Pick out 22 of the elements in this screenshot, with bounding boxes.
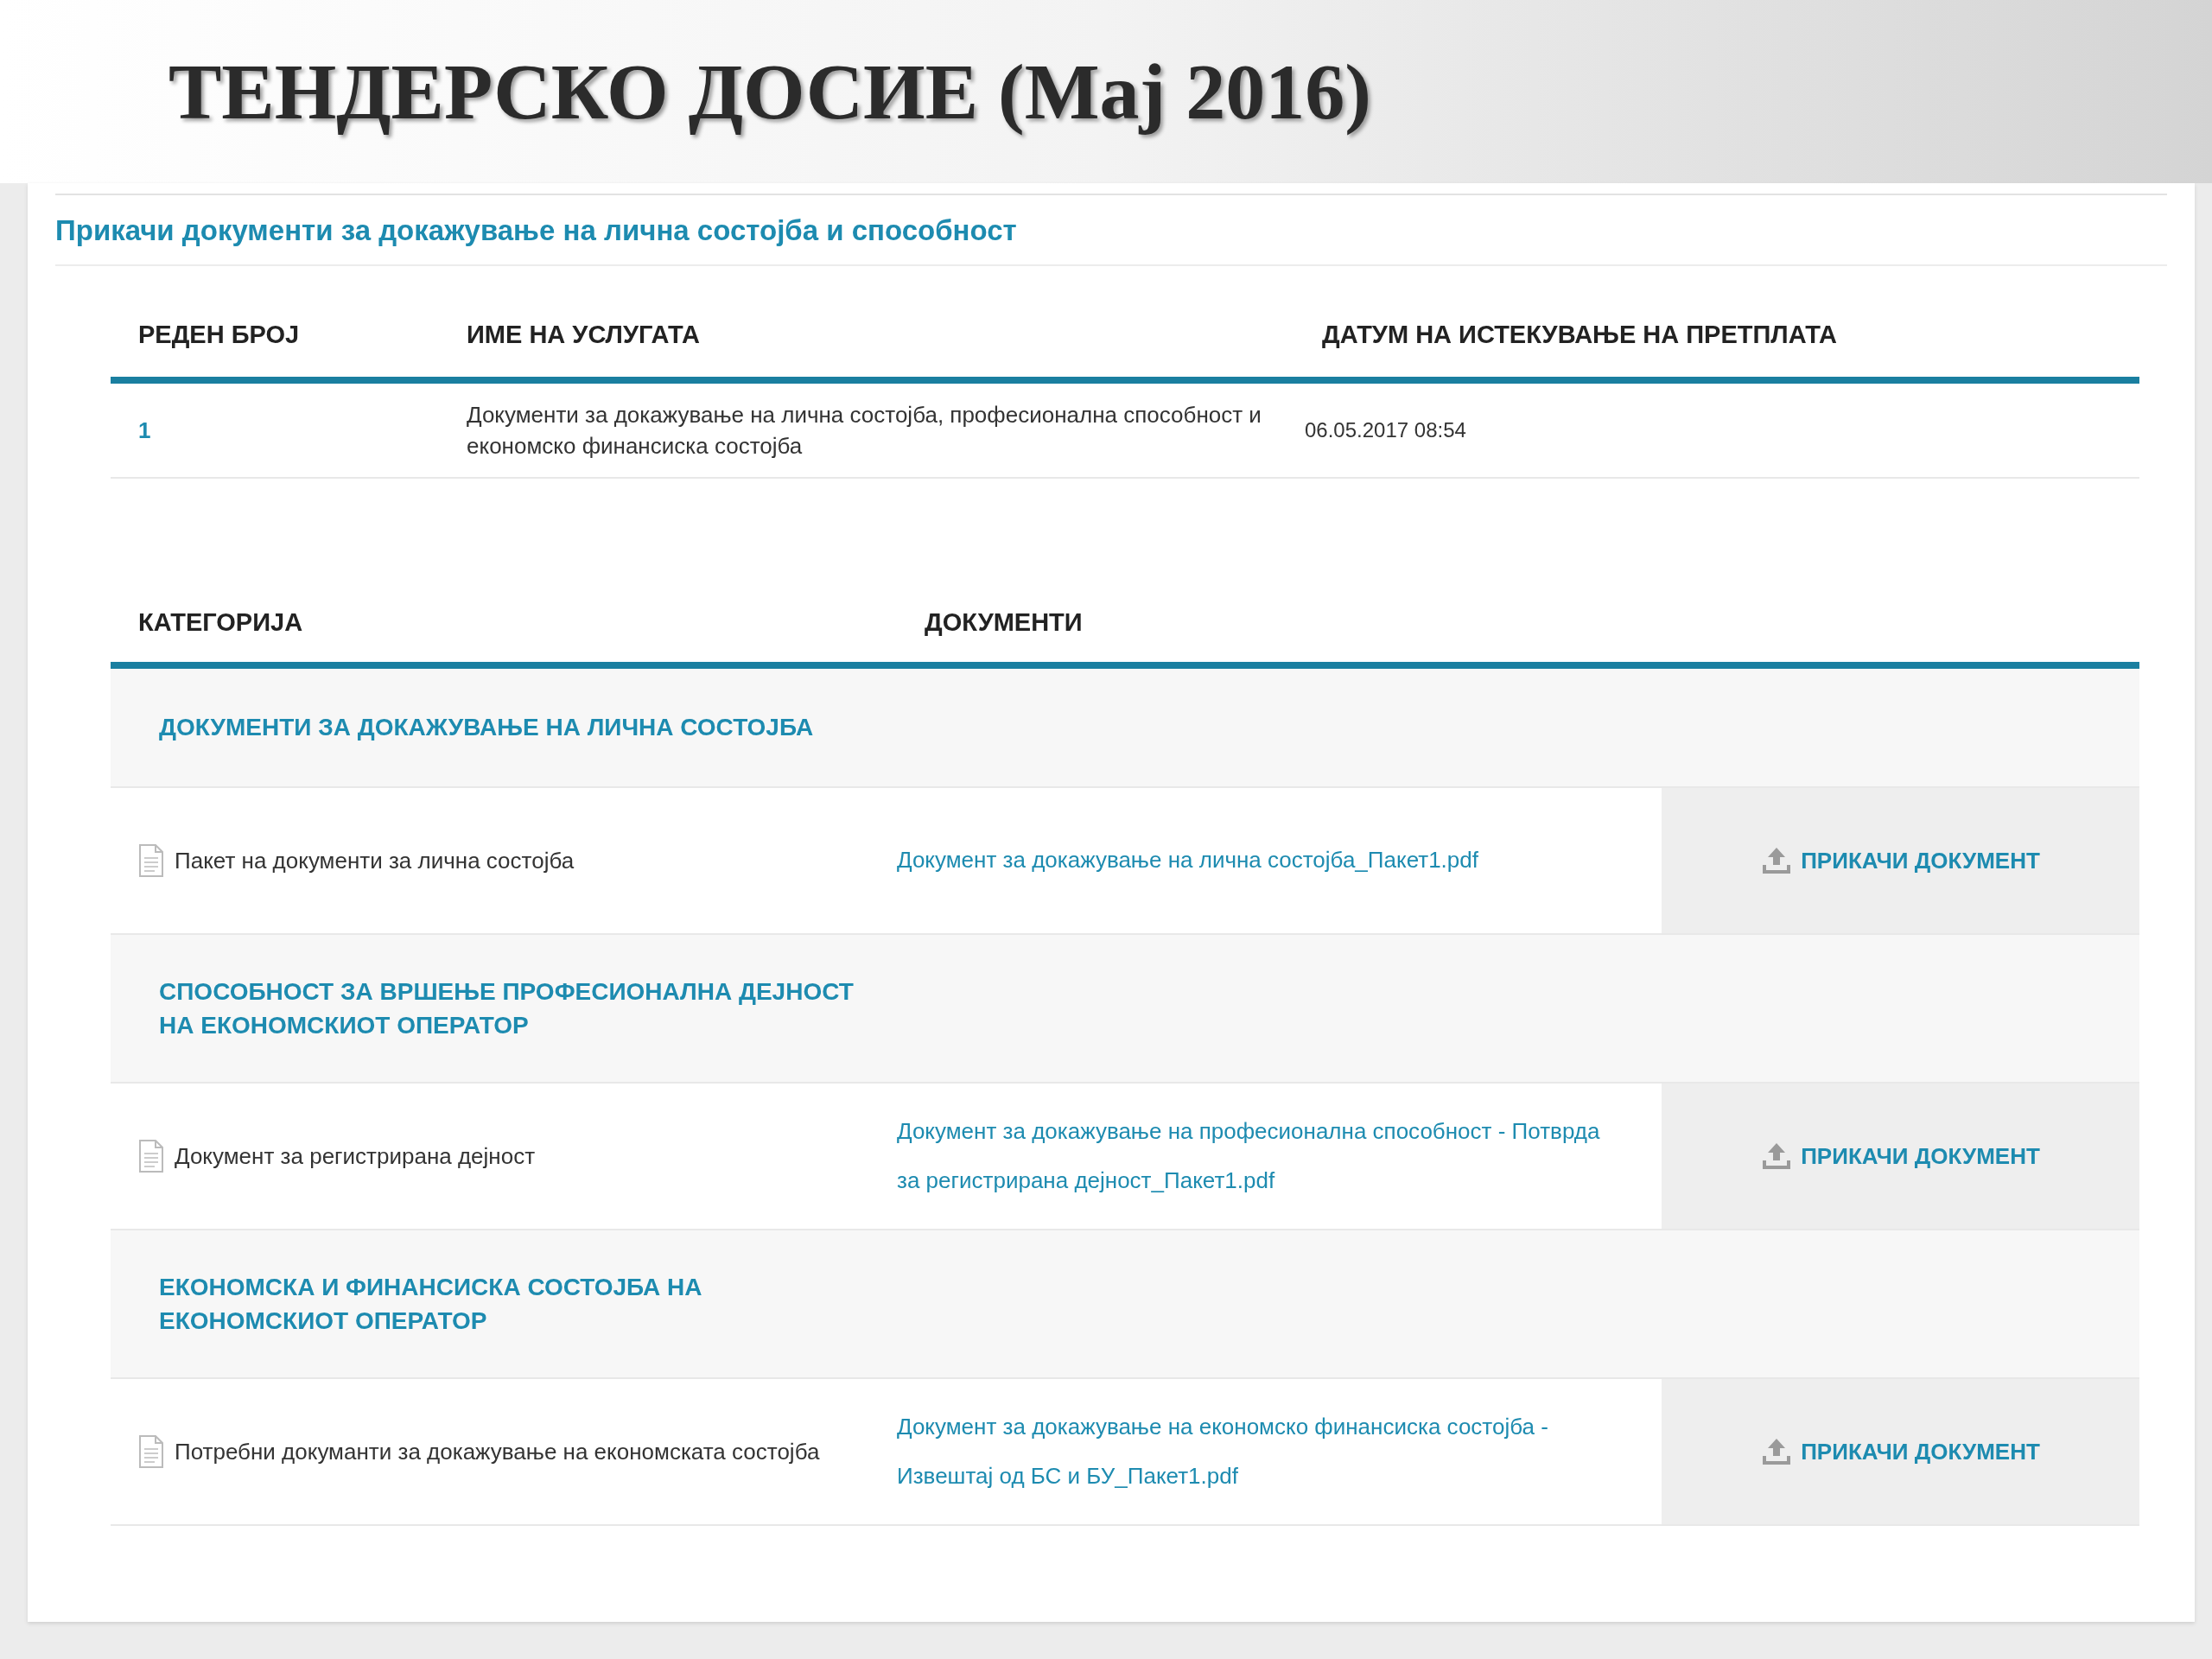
column-header: РЕДЕН БРОЈ — [137, 320, 301, 349]
category-heading: СПОСОБНОСТ ЗА ВРШЕЊЕ ПРОФЕСИОНАЛНА ДЕЈНОСТ НА ЕКОНОМСКИОТ ОПЕРАТОР — [158, 976, 855, 1040]
slide-title: ТЕНДЕРСКО ДОСИЕ (Мај 2016) — [168, 47, 1371, 137]
file-link[interactable]: Документ за докажување на професионална способност - Потврда за регистрирана дејност_Пакет1.pdf — [897, 1106, 1662, 1206]
upload-document-button[interactable]: ПРИКАЧИ ДОКУМЕНТ — [1756, 841, 2045, 880]
column-header: ДОКУМЕНТИ — [924, 607, 1084, 637]
upload-document-button[interactable]: ПРИКАЧИ ДОКУМЕНТ — [1756, 1432, 2045, 1471]
column-header: ИМЕ НА УСЛУГАТА — [466, 320, 701, 349]
section-heading: Прикачи документи за докажување на лична состојба и способност — [55, 194, 2167, 266]
file-link[interactable]: Документ за докажување на лична состојба_Пакет1.pdf — [897, 836, 1662, 886]
upload-document-button[interactable]: ПРИКАЧИ ДОКУМЕНТ — [1756, 1136, 2045, 1176]
table-cell-text: 06.05.2017 08:54 — [1304, 417, 1467, 444]
document-name: Документ за регистрирана дејност — [175, 1141, 536, 1171]
category-heading: ЕКОНОМСКА И ФИНАНСИСКА СОСТОЈБА НА ЕКОНОМСКИОТ ОПЕРАТОР — [158, 1272, 703, 1336]
file-link[interactable]: Документ за докажување на економско финансиска состојба - Извештај од БС и БУ_Пакет1.pdf — [897, 1402, 1662, 1502]
column-header: ДАТУМ НА ИСТЕКУВАЊЕ НА ПРЕТПЛАТА — [1321, 320, 1838, 349]
document-name: Пакет на документи за лична состојба — [175, 846, 575, 875]
column-header: КАТЕГОРИЈА — [137, 607, 304, 637]
category-heading: ДОКУМЕНТИ ЗА ДОКАЖУВАЊЕ НА ЛИЧНА СОСТОЈБА — [158, 713, 815, 743]
table-cell-text: 1 — [137, 416, 152, 445]
document-name: Потребни докуманти за докажување на економската состојба — [175, 1437, 820, 1466]
table-cell-text: Документи за докажување на лична состојба, професионална способност и економско финансиска состојба — [466, 400, 1262, 461]
